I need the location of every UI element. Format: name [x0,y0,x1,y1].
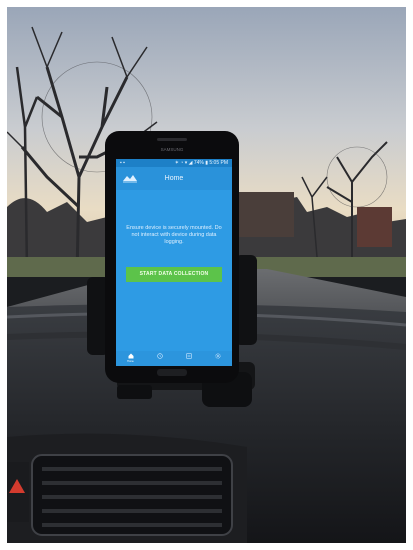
nav-settings[interactable] [209,352,227,365]
start-data-collection-button[interactable]: START DATA COLLECTION [126,267,222,282]
bottom-nav: Home [116,351,232,366]
phone-brand: SAMSUNG [161,147,184,152]
nav-home[interactable]: Home [122,352,140,365]
building [239,192,294,237]
building-red [357,207,392,247]
mount-instruction-text: Ensure device is securely mounted. Do no… [126,225,222,245]
clock-icon [156,353,163,359]
phone-screen: ▪ ▪ ✶ ◔ ▾ ◢ 74% ▮ 5:05 PM Home Ensure de… [116,159,232,366]
status-right: ✶ ◔ ▾ ◢ 74% ▮ 5:05 PM [174,160,228,166]
nav-list[interactable] [180,352,198,365]
nav-home-label: Home [127,360,134,363]
status-bar: ▪ ▪ ✶ ◔ ▾ ◢ 74% ▮ 5:05 PM [116,159,232,167]
list-icon [185,353,192,359]
home-button[interactable] [157,369,187,376]
app-bar: Home [116,167,232,190]
page-title: Home [164,175,184,182]
air-vent [7,433,247,543]
nav-history[interactable] [151,352,169,365]
status-left: ▪ ▪ [120,160,125,166]
settings-icon [214,353,221,359]
speaker-grille [157,138,187,141]
home-icon [128,353,133,359]
photo: SAMSUNG ▪ ▪ ✶ ◔ ▾ ◢ 74% ▮ 5:05 PM Home E… [7,7,406,543]
